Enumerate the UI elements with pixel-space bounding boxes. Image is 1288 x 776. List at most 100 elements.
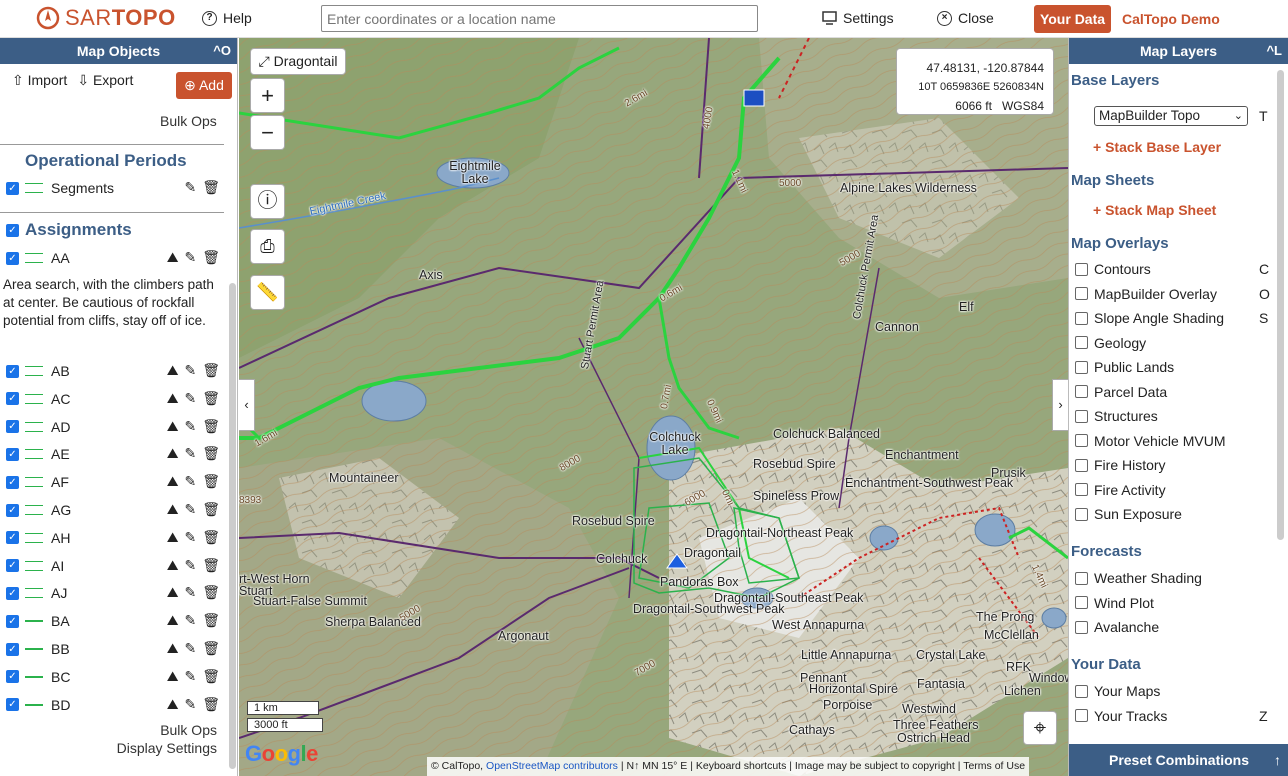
checkbox-unchecked[interactable] [1075,571,1088,585]
profile-chart-icon[interactable]: ⛰ [167,696,179,713]
profile-chart-icon[interactable]: ⛰ [167,529,179,546]
layer-row[interactable]: Avalanche [1075,619,1275,635]
checkbox-checked[interactable]: ✓ [6,475,19,489]
export-button[interactable]: ⇩ Export [77,72,133,89]
checkbox-unchecked[interactable] [1075,434,1088,447]
trash-icon[interactable]: 🗑 [202,390,220,407]
checkbox-checked[interactable]: ✓ [6,614,19,628]
layer-row[interactable]: Sun Exposure [1075,506,1275,522]
checkbox-checked[interactable]: ✓ [6,698,19,712]
checkbox-unchecked[interactable] [1075,507,1088,521]
trash-icon[interactable]: 🗑 [202,557,220,574]
checkbox-checked[interactable]: ✓ [6,392,19,406]
profile-chart-icon[interactable]: ⛰ [167,390,179,407]
pencil-icon[interactable]: ✎ [184,501,196,518]
trash-icon[interactable]: 🗑 [202,362,220,379]
osm-link[interactable]: OpenStreetMap contributors [486,760,618,772]
keyboard-shortcuts-link[interactable]: Keyboard shortcuts [696,760,786,772]
help-button[interactable]: ? Help [202,10,252,26]
assignment-row[interactable]: ✓ AB ⛰ ✎ 🗑 [6,360,224,382]
checkbox-unchecked[interactable] [1075,684,1088,698]
collapse-left-panel[interactable]: ‹ [239,379,255,431]
assignment-row[interactable]: ✓ AI ⛰ ✎ 🗑 [6,555,224,577]
account-link[interactable]: CalTopo Demo [1122,11,1220,27]
pencil-icon[interactable]: ✎ [184,445,196,462]
profile-chart-icon[interactable]: ⛰ [167,612,179,629]
checkbox-unchecked[interactable] [1075,596,1088,609]
pencil-icon[interactable]: ✎ [184,418,196,435]
assignment-row[interactable]: ✓ BD ⛰ ✎ 🗑 [6,694,224,716]
profile-chart-icon[interactable]: ⛰ [167,362,179,379]
checkbox-unchecked[interactable] [1075,483,1088,496]
pencil-icon[interactable]: ✎ [184,557,196,574]
layer-row[interactable]: MapBuilder Overlay [1075,286,1275,302]
layer-row[interactable]: Geology [1075,335,1275,351]
layer-row[interactable]: Wind Plot [1075,595,1275,611]
collapse-shortcut[interactable]: ^O [213,38,231,64]
profile-chart-icon[interactable]: ⛰ [167,418,179,435]
profile-chart-icon[interactable]: ⛰ [167,249,179,266]
layer-row[interactable]: Fire History [1075,457,1275,473]
trash-icon[interactable]: 🗑 [202,501,220,518]
trash-icon[interactable]: 🗑 [202,445,220,462]
search-input[interactable] [321,5,758,32]
trash-icon[interactable]: 🗑 [202,668,220,685]
sartopo-logo[interactable]: SARTOPO [35,5,176,31]
trash-icon[interactable]: 🗑 [202,249,220,266]
assignment-row[interactable]: ✓ AC ⛰ ✎ 🗑 [6,388,224,410]
checkbox-unchecked[interactable] [1075,360,1088,374]
pencil-icon[interactable]: ✎ [184,529,196,546]
assignment-row[interactable]: ✓ BC ⛰ ✎ 🗑 [6,666,224,688]
close-button[interactable]: × Close [937,10,994,26]
pencil-icon[interactable]: ✎ [184,612,196,629]
assignments-header[interactable]: ✓ Assignments [6,219,224,241]
checkbox-checked[interactable]: ✓ [6,364,19,378]
stack-map-sheet-link[interactable]: + Stack Map Sheet [1093,202,1216,218]
checkbox-checked[interactable]: ✓ [6,559,19,573]
profile-chart-icon[interactable]: ⛰ [167,668,179,685]
profile-chart-icon[interactable]: ⛰ [167,557,179,574]
assignment-row[interactable]: ✓ AH ⛰ ✎ 🗑 [6,527,224,549]
pencil-icon[interactable]: ✎ [184,249,196,266]
pencil-icon[interactable]: ✎ [184,584,196,601]
pencil-icon[interactable]: ✎ [184,668,196,685]
checkbox-unchecked[interactable] [1075,620,1088,634]
settings-button[interactable]: Settings [822,10,894,26]
checkbox-unchecked[interactable] [1075,311,1088,325]
layer-row[interactable]: Fire Activity [1075,482,1275,498]
profile-chart-icon[interactable]: ⛰ [167,473,179,490]
layer-row[interactable]: Motor Vehicle MVUM [1075,433,1275,449]
profile-chart-icon[interactable]: ⛰ [167,501,179,518]
pencil-icon[interactable]: ✎ [184,179,196,196]
profile-chart-icon[interactable]: ⛰ [167,445,179,462]
layer-row[interactable]: Weather Shading [1075,570,1275,586]
scrollbar[interactable] [1277,70,1284,540]
assignment-row[interactable]: ✓ AG ⛰ ✎ 🗑 [6,499,224,521]
collapse-right-panel[interactable]: › [1052,379,1068,431]
base-layer-select[interactable]: MapBuilder Topo ⌄ [1094,106,1248,126]
zoom-out-button[interactable]: − [250,115,285,150]
checkbox-checked[interactable]: ✓ [6,586,19,600]
preset-combinations-bar[interactable]: Preset Combinations ↑ [1069,744,1288,776]
measure-button[interactable]: 📏 [250,275,285,310]
pencil-icon[interactable]: ✎ [184,390,196,407]
stack-base-layer-link[interactable]: + Stack Base Layer [1093,139,1221,155]
checkbox-checked[interactable]: ✓ [6,223,19,237]
layer-row[interactable]: Slope Angle Shading [1075,310,1275,326]
map-view[interactable]: Eightmile Lake Alpine Lakes Wilderness Axi… [239,38,1068,776]
checkbox-checked[interactable]: ✓ [6,181,19,195]
profile-chart-icon[interactable]: ⛰ [167,584,179,601]
info-button[interactable]: ⓘ [250,184,285,219]
checkbox-unchecked[interactable] [1075,287,1088,300]
trash-icon[interactable]: 🗑 [202,418,220,435]
your-data-button[interactable]: Your Data [1034,5,1111,33]
assignment-row[interactable]: ✓ AJ ⛰ ✎ 🗑 [6,582,224,604]
locate-button[interactable]: ⌖ [1023,711,1057,745]
dragontail-peak-button[interactable]: ⤢ Dragontail [250,48,346,75]
layer-row[interactable]: Public Lands [1075,359,1275,375]
trash-icon[interactable]: 🗑 [202,179,220,196]
pencil-icon[interactable]: ✎ [184,640,196,657]
add-button[interactable]: ⊕ Add [176,72,232,99]
checkbox-checked[interactable]: ✓ [6,531,19,545]
assignment-row[interactable]: ✓ BB ⛰ ✎ 🗑 [6,638,224,660]
